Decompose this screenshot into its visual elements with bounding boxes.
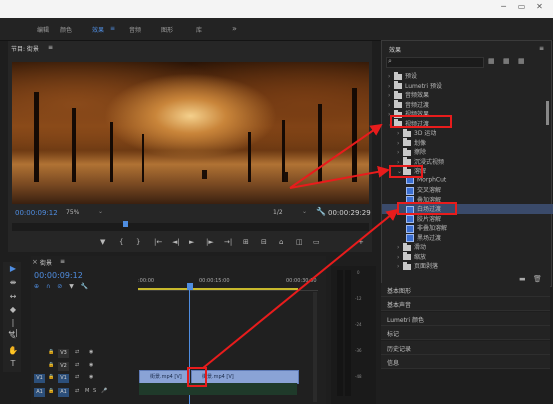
annotation-arrows <box>202 123 399 369</box>
